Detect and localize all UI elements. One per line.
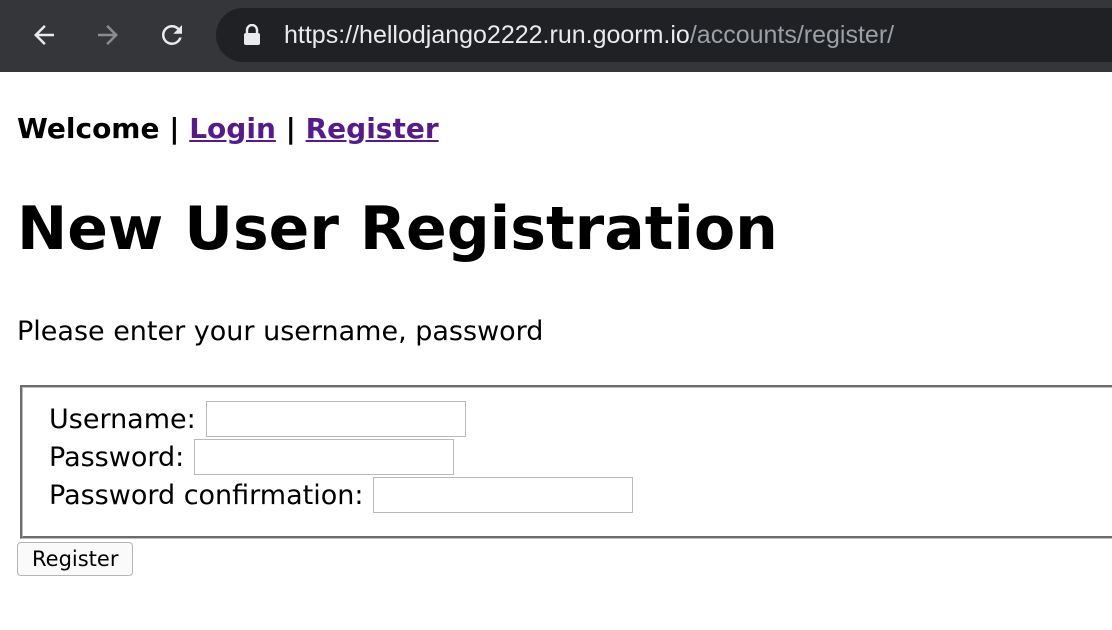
top-nav: Welcome | Login | Register xyxy=(17,112,439,145)
password-confirmation-input[interactable] xyxy=(373,477,634,513)
username-input[interactable] xyxy=(205,401,466,437)
reload-icon xyxy=(161,24,182,45)
registration-fieldset: Username: Password: Password confirmatio… xyxy=(20,385,1112,539)
nav-separator: | xyxy=(285,112,296,145)
url-host: https://hellodjango2222.run.goorm.io xyxy=(284,21,690,49)
password-row: Password: xyxy=(49,439,455,475)
back-button[interactable] xyxy=(24,17,64,53)
url-path: /accounts/register/ xyxy=(689,21,895,49)
forward-button[interactable] xyxy=(88,17,128,53)
login-link[interactable]: Login xyxy=(189,112,276,145)
welcome-text: Welcome xyxy=(17,112,160,145)
arrow-right-icon xyxy=(98,25,118,45)
arrow-left-icon xyxy=(34,25,54,45)
lock-icon xyxy=(244,24,260,45)
browser-toolbar: https://hellodjango2222.run.goorm.io/acc… xyxy=(0,0,1112,72)
register-button[interactable]: Register xyxy=(17,542,134,576)
username-row: Username: xyxy=(49,401,466,437)
register-link[interactable]: Register xyxy=(306,112,439,145)
page-content: Welcome | Login | Register New User Regi… xyxy=(0,72,1112,630)
password-label: Password: xyxy=(49,441,185,473)
address-bar[interactable]: https://hellodjango2222.run.goorm.io/acc… xyxy=(216,8,1112,62)
password-input[interactable] xyxy=(194,439,455,475)
page-title: New User Registration xyxy=(17,194,778,264)
password-confirmation-row: Password confirmation: xyxy=(49,477,634,513)
nav-separator: | xyxy=(169,112,180,145)
reload-button[interactable] xyxy=(152,17,192,53)
password-confirmation-label: Password confirmation: xyxy=(49,479,364,511)
intro-text: Please enter your username, password xyxy=(17,316,544,347)
url-text: https://hellodjango2222.run.goorm.io/acc… xyxy=(284,18,894,52)
username-label: Username: xyxy=(49,403,196,435)
